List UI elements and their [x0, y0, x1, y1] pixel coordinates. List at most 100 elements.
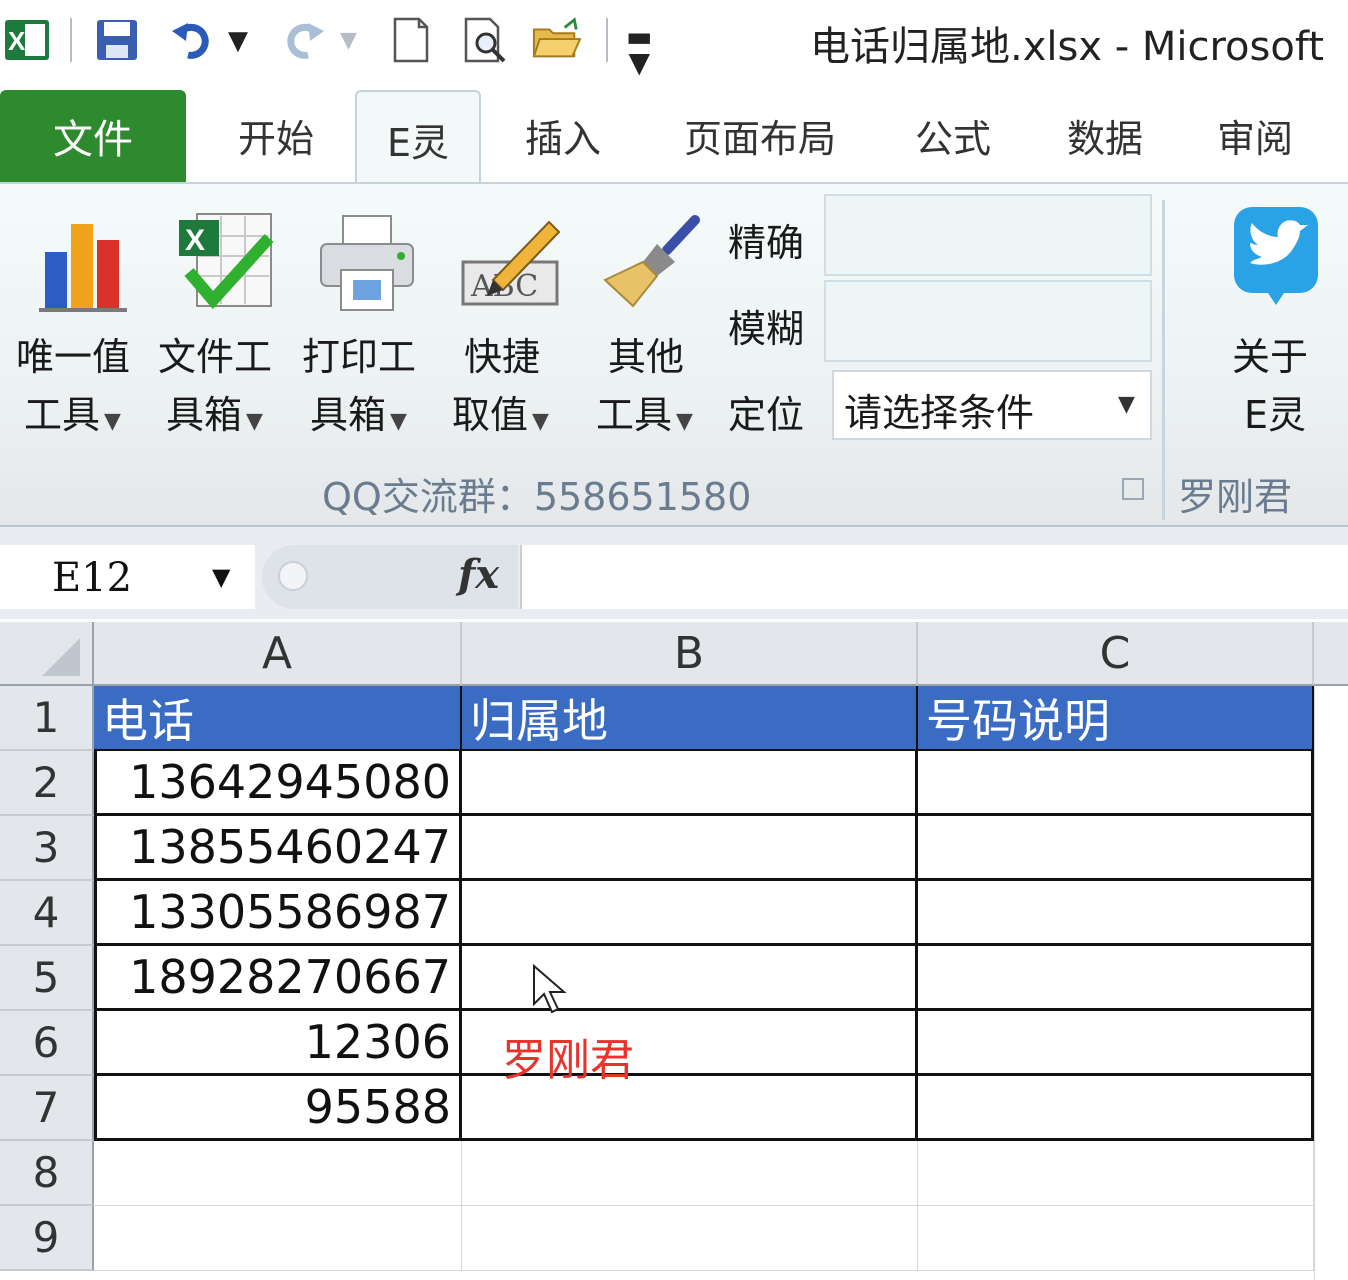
printer-icon	[302, 196, 432, 314]
row-header-5[interactable]: 5	[0, 946, 94, 1011]
cell-a1[interactable]: 电话	[94, 686, 462, 751]
cell-a4[interactable]: 13305586987	[94, 881, 462, 946]
condition-select[interactable]: 请选择条件 ▼	[832, 370, 1152, 440]
cell-b2[interactable]	[462, 751, 918, 816]
cell-a9[interactable]	[94, 1206, 462, 1271]
formula-input[interactable]	[520, 545, 1348, 609]
dropdown-arrow-icon: ▼	[390, 409, 407, 434]
other-tools-button[interactable]	[586, 196, 716, 314]
save-icon[interactable]	[92, 14, 142, 66]
cell-c4[interactable]	[918, 881, 1314, 946]
excel-app-icon[interactable]: X	[2, 14, 52, 66]
undo-dropdown-icon[interactable]: ▼	[228, 26, 248, 56]
column-header-c[interactable]: C	[918, 622, 1314, 686]
tab-file[interactable]: 文件	[0, 90, 186, 182]
row-header-6[interactable]: 6	[0, 1011, 94, 1076]
cell-b8[interactable]	[462, 1141, 918, 1206]
formula-controls: fx	[262, 545, 518, 609]
cell-b3[interactable]	[462, 816, 918, 881]
cell-c3[interactable]	[918, 816, 1314, 881]
dialog-launcher-icon[interactable]	[1122, 478, 1144, 500]
column-header-b[interactable]: B	[462, 622, 918, 686]
tab-insert[interactable]: 插入	[500, 100, 626, 170]
cell-c7[interactable]	[918, 1076, 1314, 1141]
about-label-2: E灵	[1244, 393, 1307, 437]
cell-c6[interactable]	[918, 1011, 1314, 1076]
select-all-corner[interactable]	[0, 622, 94, 686]
cell-b9[interactable]	[462, 1206, 918, 1271]
cell-c5[interactable]	[918, 946, 1314, 1011]
print-toolbox-button[interactable]	[302, 196, 432, 314]
fuzzy-input[interactable]	[824, 280, 1152, 362]
row-header-7[interactable]: 7	[0, 1076, 94, 1141]
bird-icon	[1220, 200, 1332, 310]
about-label-1: 关于	[1232, 335, 1309, 379]
quick-value-label-1: 快捷	[464, 335, 541, 379]
cell-a5[interactable]: 18928270667	[94, 946, 462, 1011]
file-toolbox-label-2: 具箱 ▼	[166, 393, 263, 437]
cell-b5[interactable]	[462, 946, 918, 1011]
cell-c2[interactable]	[918, 751, 1314, 816]
undo-icon[interactable]	[168, 14, 218, 66]
cell-a2[interactable]: 13642945080	[94, 751, 462, 816]
bar-chart-icon	[18, 196, 148, 314]
condition-select-value: 请选择条件	[844, 391, 1035, 435]
cell-c8[interactable]	[918, 1141, 1314, 1206]
unique-value-tools-label-1: 唯一值	[16, 335, 131, 379]
row-header-4[interactable]: 4	[0, 881, 94, 946]
column-header-a[interactable]: A	[94, 622, 462, 686]
column-header-d[interactable]	[1314, 622, 1348, 686]
customize-toolbar-icon[interactable]: ▬ ▼	[626, 23, 652, 77]
quick-value-button[interactable]: ABC	[444, 196, 574, 314]
window-title: 电话归属地.xlsx - Microsoft	[810, 24, 1324, 70]
file-toolbox-label-1: 文件工	[158, 335, 273, 379]
row-header-9[interactable]: 9	[0, 1206, 94, 1271]
tab-page-layout[interactable]: 页面布局	[660, 100, 860, 170]
cell-a3[interactable]: 13855460247	[94, 816, 462, 881]
dropdown-arrow-icon: ▼	[104, 409, 121, 434]
print-preview-icon[interactable]	[460, 14, 510, 66]
cell-c9[interactable]	[918, 1206, 1314, 1271]
tab-home[interactable]: 开始	[206, 100, 346, 170]
tab-formulas[interactable]: 公式	[888, 100, 1018, 170]
expand-icon[interactable]	[278, 561, 308, 591]
toolbar-separator	[70, 18, 72, 62]
row-header-8[interactable]: 8	[0, 1141, 94, 1206]
about-eling-button[interactable]	[1220, 200, 1332, 310]
dropdown-arrow-icon: ▼	[676, 409, 693, 434]
svg-text:X: X	[8, 26, 26, 56]
group-separator	[1162, 200, 1165, 520]
tab-review[interactable]: 审阅	[1190, 100, 1320, 170]
table-left-border	[94, 751, 97, 1139]
svg-text:X: X	[185, 224, 205, 257]
unique-value-tools-button[interactable]	[18, 196, 148, 314]
cell-b4[interactable]	[462, 881, 918, 946]
redo-icon[interactable]	[278, 14, 328, 66]
cell-c1[interactable]: 号码说明	[918, 686, 1314, 751]
cell-b1[interactable]: 归属地	[462, 686, 918, 751]
dropdown-arrow-icon: ▼	[246, 409, 263, 434]
cell-a6[interactable]: 12306	[94, 1011, 462, 1076]
column-d-gridline	[1314, 686, 1315, 1280]
file-toolbox-button[interactable]: X	[160, 196, 290, 314]
dropdown-arrow-icon: ▼	[532, 409, 549, 434]
cell-a7[interactable]: 95588	[94, 1076, 462, 1141]
name-box[interactable]: E12 ▼	[0, 545, 255, 609]
precise-input[interactable]	[824, 194, 1152, 276]
insert-function-icon[interactable]: fx	[458, 551, 499, 598]
group-label-qq: QQ交流群：558651580	[322, 475, 752, 519]
tab-data[interactable]: 数据	[1040, 100, 1170, 170]
cell-a8[interactable]	[94, 1141, 462, 1206]
abc-pencil-icon: ABC	[444, 196, 574, 314]
chevron-down-icon[interactable]: ▼	[212, 563, 230, 591]
row-header-3[interactable]: 3	[0, 816, 94, 881]
toolbar-separator	[606, 18, 608, 62]
tab-eling[interactable]: E灵	[355, 90, 481, 186]
print-toolbox-label-1: 打印工	[302, 335, 417, 379]
new-document-icon[interactable]	[386, 14, 436, 66]
quick-value-label-2: 取值 ▼	[452, 393, 549, 437]
row-header-2[interactable]: 2	[0, 751, 94, 816]
author-overlay-text: 罗刚君	[502, 1035, 634, 1086]
open-folder-icon[interactable]	[532, 14, 582, 66]
row-header-1[interactable]: 1	[0, 686, 94, 751]
